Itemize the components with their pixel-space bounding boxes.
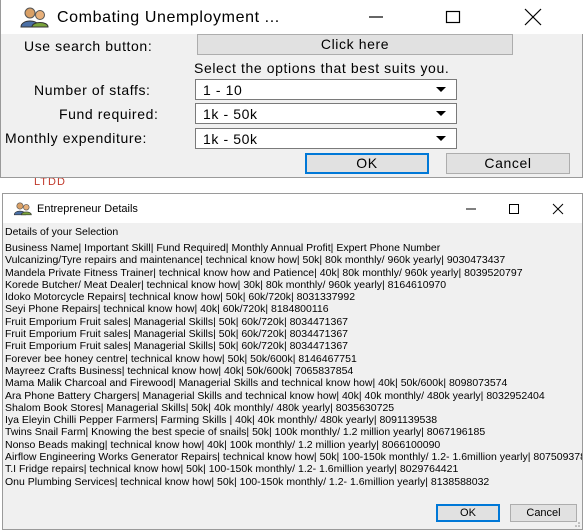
list-item: Fruit Emporium Fruit sales| Managerial S… [5,328,348,341]
list-item: Fruit Emporium Fruit sales| Managerial S… [5,315,348,328]
list-item: Ara Phone Battery Chargers| Managerial S… [5,389,545,402]
list-item: Seyi Phone Repairs| technical know how| … [5,303,329,316]
staffs-selected-value: 1 - 10 [203,82,243,98]
expenditure-label: Monthly expenditure: [5,130,147,146]
ok-button[interactable]: OK [436,504,500,522]
list-item: Onu Plumbing Services| technical know ho… [5,475,490,488]
list-item: Nonso Beads making| technical know how| … [5,438,441,451]
maximize-button[interactable] [440,5,466,29]
ok-button[interactable]: OK [305,153,429,174]
expenditure-selected-value: 1k - 50k [203,131,258,147]
list-item: Fruit Emporium Fruit sales| Managerial S… [5,340,348,353]
fund-label: Fund required: [59,106,159,122]
minimize-icon [466,208,476,210]
chevron-down-icon [436,87,446,92]
fund-select[interactable]: 1k - 50k [195,103,457,124]
list-item: Mayreez Crafts Business| technical know … [5,364,354,377]
list-item: Forever bee honey centre| technical know… [5,352,357,365]
window-title: Combating Unemployment ... [57,9,280,26]
list-item: T.I Fridge repairs| technical know how| … [5,463,459,476]
list-item: Airflow Engineering Works Generator Repa… [5,451,582,464]
list-item: Vulcanizing/Tyre repairs and maintenance… [5,254,506,267]
fund-selected-value: 1k - 50k [203,106,258,122]
cancel-button[interactable]: Cancel [446,153,570,174]
details-heading: Details of your Selection [5,226,119,238]
list-item: Twins Snail Farm| Knowing the best speci… [5,426,486,439]
list-item: Mandela Private Fitness Trainer| technic… [5,266,523,279]
minimize-icon [369,16,383,18]
background-text: LTDD [34,178,66,187]
search-dialog-titlebar[interactable]: Combating Unemployment ... [1,0,583,34]
list-item: Korede Butcher/ Meat Dealer| technical k… [5,278,447,291]
maximize-button[interactable] [505,201,523,217]
staffs-select[interactable]: 1 - 10 [195,79,457,100]
list-item: Shalom Book Stores| Managerial Skills| 5… [5,401,395,414]
cancel-button[interactable]: Cancel [510,504,577,522]
chevron-down-icon [436,111,446,116]
list-item: Idoko Motorcycle Repairs| technical know… [5,291,356,304]
window-title: Entrepreneur Details [37,203,138,215]
staffs-label: Number of staffs: [34,82,151,98]
close-icon [552,203,564,215]
close-button[interactable] [548,201,568,217]
list-item-header: Business Name| Important Skill| Fund Req… [5,242,441,254]
expenditure-select[interactable]: 1k - 50k [195,128,457,149]
resize-grip-icon[interactable] [572,519,580,527]
close-button[interactable] [518,5,548,29]
list-item: Iya Eleyin Chilli Pepper Farmers| Farmin… [5,414,438,427]
chevron-down-icon [436,136,446,141]
details-list: Business Name| Important Skill| Fund Req… [5,242,582,488]
maximize-icon [445,10,461,24]
maximize-icon [509,204,519,214]
users-icon [13,202,32,216]
search-dialog: Combating Unemployment ... Use search bu… [0,0,583,178]
search-button[interactable]: Click here [197,34,513,55]
users-icon [20,7,49,28]
details-dialog-titlebar[interactable]: Entrepreneur Details [3,194,582,223]
minimize-button[interactable] [363,5,389,29]
instruction-text: Select the options that best suits you. [194,60,450,76]
minimize-button[interactable] [462,201,480,217]
search-label: Use search button: [24,38,153,54]
close-icon [524,8,542,26]
list-item: Mama Malik Charcoal and Firewood| Manage… [5,377,508,390]
details-dialog: Entrepreneur Details Details of your Sel… [2,193,583,530]
